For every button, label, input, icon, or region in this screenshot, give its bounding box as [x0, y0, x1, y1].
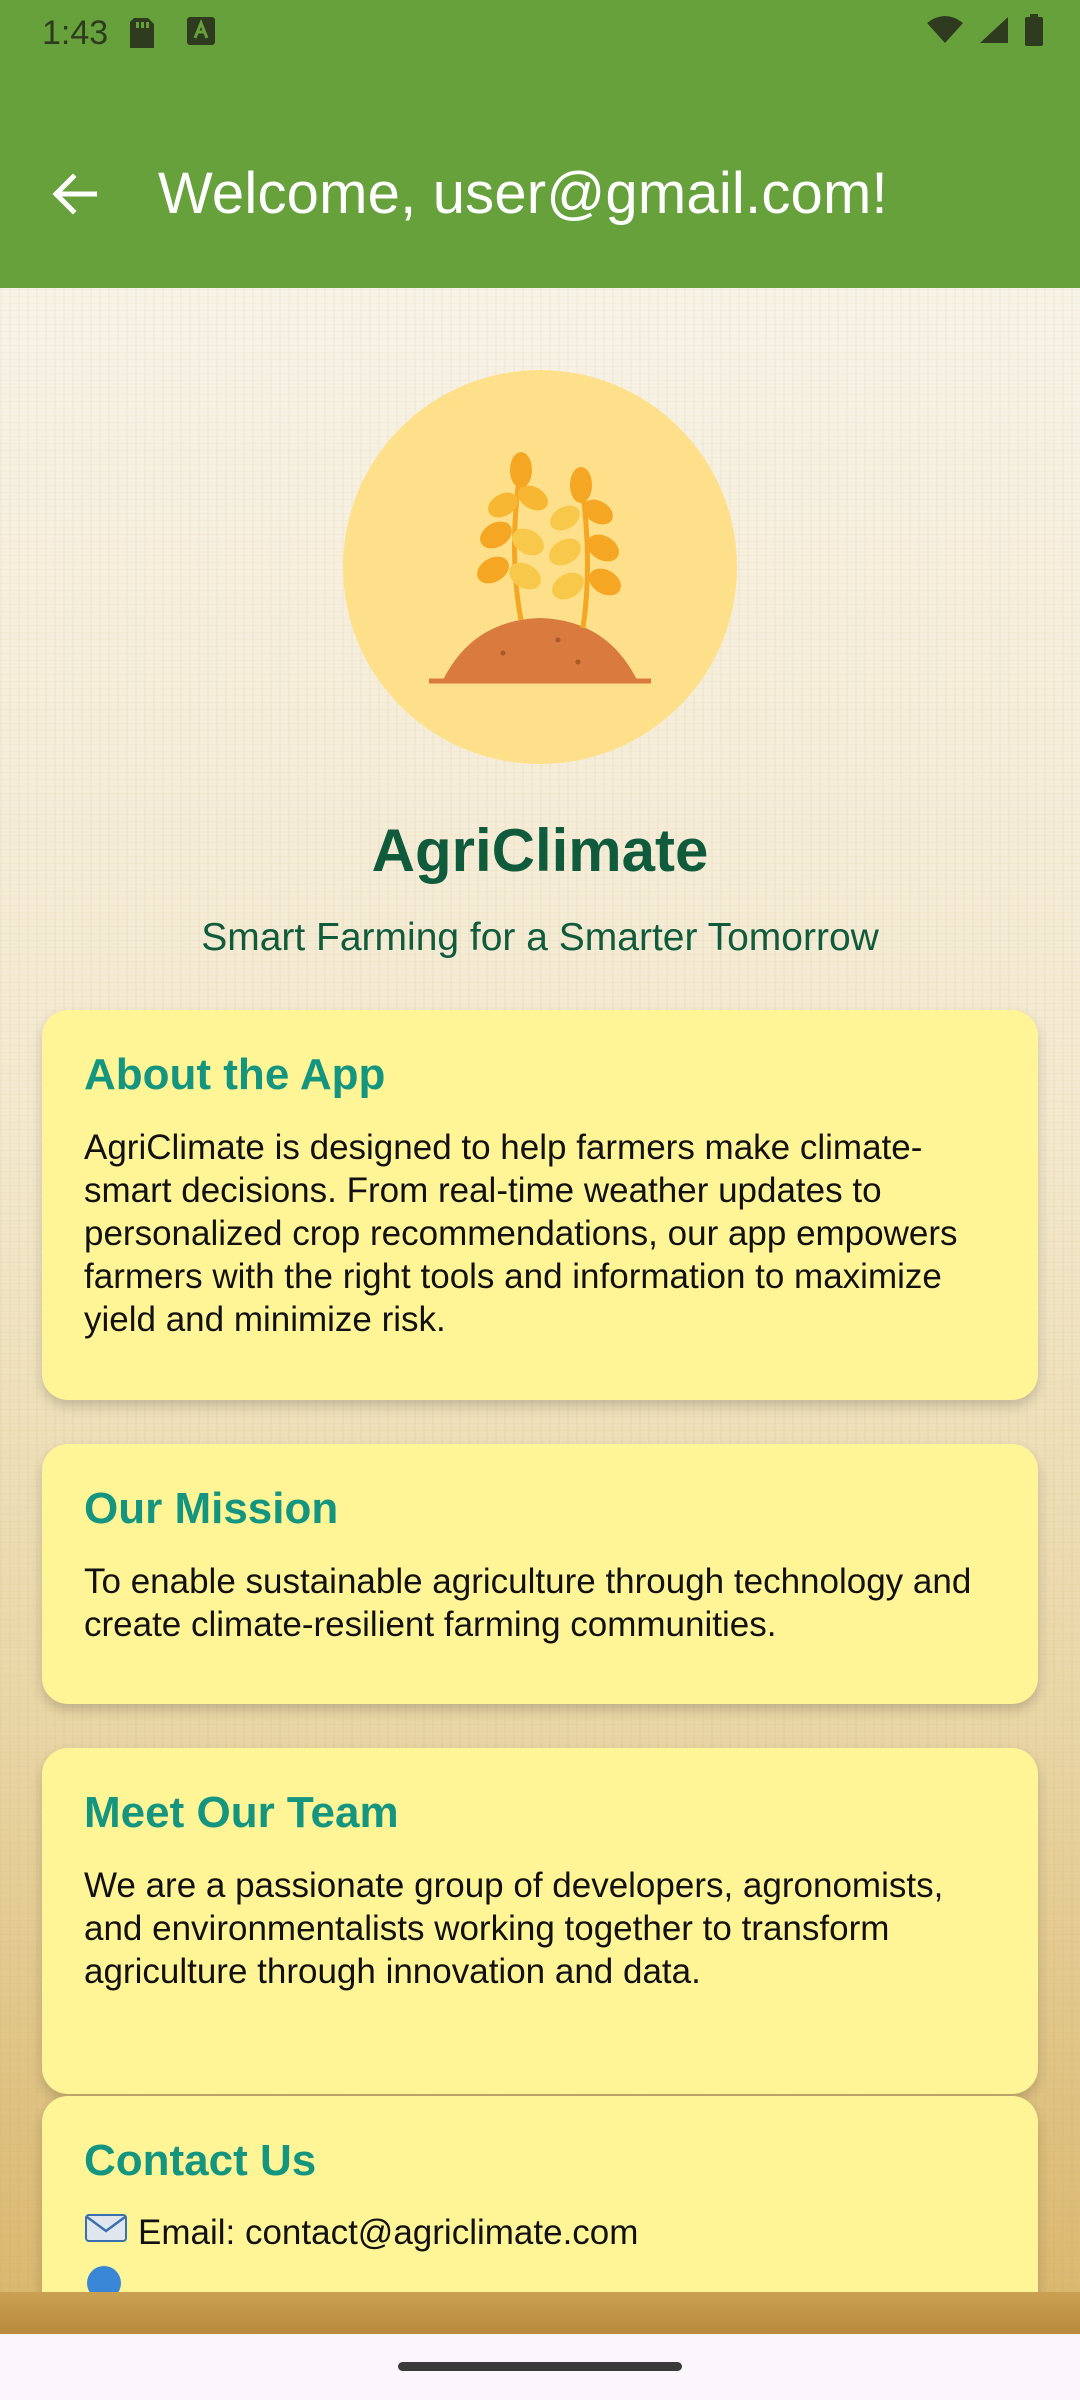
mission-card: Our Mission To enable sustainable agricu…	[42, 1444, 1038, 1704]
wifi-icon	[926, 15, 964, 50]
team-card: Meet Our Team We are a passionate group …	[42, 1748, 1038, 2094]
app-tagline: Smart Farming for a Smarter Tomorrow	[201, 916, 879, 959]
card-body: To enable sustainable agriculture throug…	[84, 1562, 972, 1644]
back-button[interactable]	[44, 166, 104, 226]
about-card: About the App AgriClimate is designed to…	[42, 1010, 1038, 1400]
wheat-sprouts-icon	[343, 452, 737, 768]
battery-icon	[1024, 14, 1044, 51]
top-app-bar: 1:43 Welcome, user@gmail.com!	[0, 0, 1080, 288]
status-icons	[926, 14, 1044, 51]
arrow-left-icon	[51, 172, 98, 220]
card-title: Our Mission	[84, 1484, 339, 1533]
card-title: Meet Our Team	[84, 1788, 399, 1837]
envelope-icon	[84, 2212, 128, 2253]
about-content[interactable]: AgriClimate Smart Farming for a Smarter …	[0, 288, 1080, 2334]
app-logo	[343, 370, 737, 764]
contact-email[interactable]: Email: contact@agriclimate.com	[84, 2212, 996, 2253]
card-body: AgriClimate is designed to help farmers …	[84, 1128, 958, 1339]
keyboard-a-icon	[186, 16, 216, 46]
app-screen: 1:43 Welcome, user@gmail.com! AgriClimat…	[0, 0, 1080, 2400]
signal-icon	[978, 15, 1010, 50]
card-body: We are a passionate group of developers,…	[84, 1866, 944, 1991]
sd-card-icon	[128, 16, 156, 50]
card-title: Contact Us	[84, 2136, 317, 2185]
page-title: Welcome, user@gmail.com!	[158, 161, 888, 226]
status-time: 1:43	[42, 14, 109, 52]
app-name: AgriClimate	[371, 817, 709, 884]
scroll-edge	[0, 2292, 1080, 2334]
home-gesture-handle[interactable]	[398, 2362, 682, 2371]
contact-email-text: Email: contact@agriclimate.com	[138, 2212, 639, 2252]
card-title: About the App	[84, 1050, 386, 1099]
